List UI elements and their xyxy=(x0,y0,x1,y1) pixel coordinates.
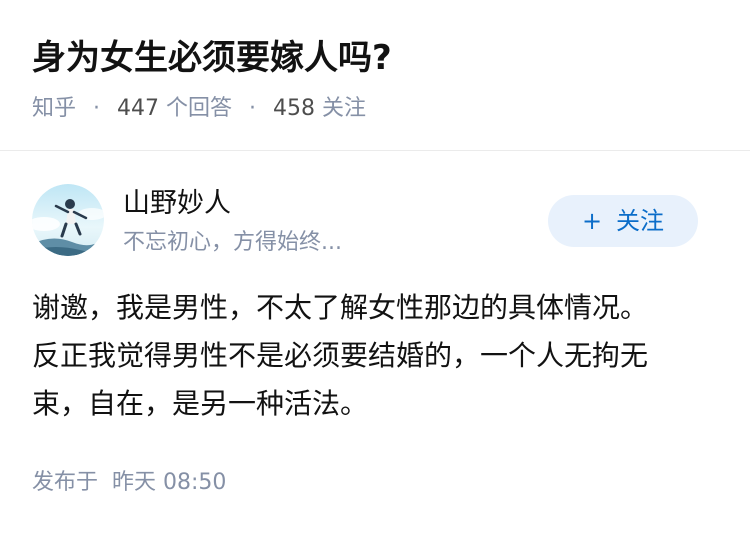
source-label[interactable]: 知乎 xyxy=(32,96,76,121)
author-bio: 不忘初心，方得始终... xyxy=(123,230,342,255)
answer-card: 山野妙人 不忘初心，方得始终... + 关注 谢邀，我是男性，不太了解女性那边的具… xyxy=(0,151,750,534)
answer-content-line: 反正我觉得男性不是必须要结婚的，一个人无拘无 xyxy=(32,339,649,372)
author-name[interactable]: 山野妙人 xyxy=(123,185,231,223)
follow-button-label: 关注 xyxy=(616,207,665,235)
published-time: 昨天 08:50 xyxy=(112,470,227,495)
published-label: 发布于 xyxy=(32,470,99,495)
answer-count-label: 个回答 xyxy=(166,96,233,121)
meta-separator: · xyxy=(93,96,101,121)
answer-footer: 发布于 昨天 08:50 xyxy=(32,466,226,500)
avatar[interactable] xyxy=(32,184,104,256)
follow-button[interactable]: + 关注 xyxy=(548,195,698,247)
question-header: 身为女生必须要嫁人吗? 知乎 · 447 个回答 · 458 关注 xyxy=(0,0,750,150)
answer-content-line: 束，自在，是另一种活法。 xyxy=(32,387,369,420)
answer-content[interactable]: 谢邀，我是男性，不太了解女性那边的具体情况。 反正我觉得男性不是必须要结婚的，一… xyxy=(32,284,722,428)
answer-count: 447 xyxy=(117,96,160,121)
follower-count: 458 xyxy=(273,96,316,121)
avatar-image xyxy=(32,184,104,256)
follower-count-label: 关注 xyxy=(322,96,367,121)
question-meta: 知乎 · 447 个回答 · 458 关注 xyxy=(32,92,366,126)
question-title[interactable]: 身为女生必须要嫁人吗? xyxy=(32,34,392,82)
answer-content-line: 谢邀，我是男性，不太了解女性那边的具体情况。 xyxy=(32,291,649,324)
meta-separator: · xyxy=(249,96,257,121)
plus-icon: + xyxy=(581,207,603,235)
